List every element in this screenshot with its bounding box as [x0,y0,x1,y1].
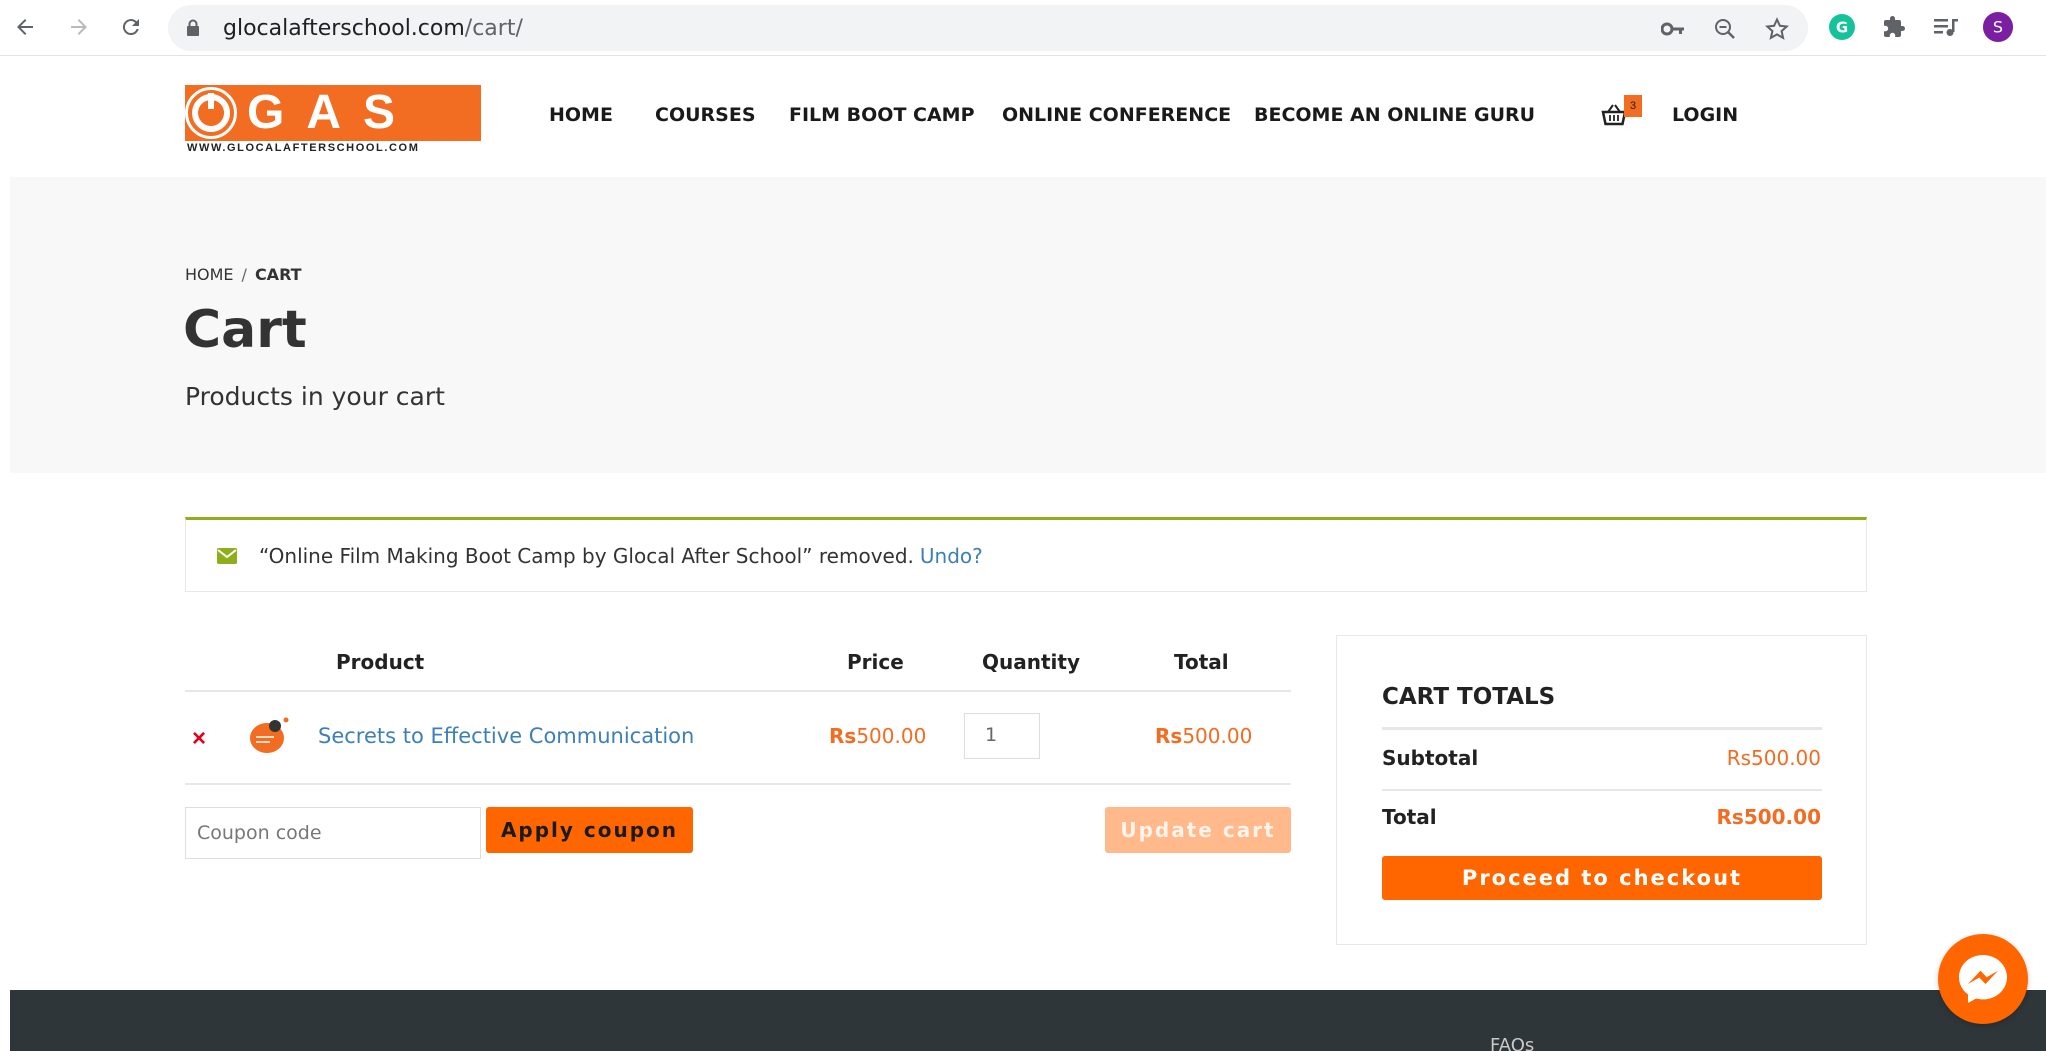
notice-message: “Online Film Making Boot Camp by Glocal … [259,544,983,568]
bookmark-star-icon[interactable] [1764,17,1790,41]
logo-circle [185,87,237,139]
row-divider [185,783,1291,785]
lock-icon [186,19,200,42]
messenger-chat-icon[interactable] [1938,934,2028,1024]
subtotal-value: Rs500.00 [1726,746,1821,770]
page-title: Cart [183,300,307,360]
header-divider [185,690,1291,692]
page-subtitle: Products in your cart [185,382,445,411]
breadcrumb-home[interactable]: HOME [185,265,234,284]
nav-become-guru[interactable]: BECOME AN ONLINE GURU [1254,104,1535,126]
undo-link[interactable]: Undo? [920,544,983,568]
total-label: Total [1382,805,1437,829]
product-name-link[interactable]: Secrets to Effective Communication [318,724,694,748]
site-header: GAS WWW.GLOCALAFTERSCHOOL.COM HOME COURS… [0,57,2046,177]
totals-divider [1382,727,1822,730]
envelope-icon [217,548,237,569]
header-product: Product [336,650,425,674]
back-icon[interactable] [8,10,42,44]
quantity-input[interactable]: 1 [964,713,1040,759]
logo-tagline: WWW.GLOCALAFTERSCHOOL.COM [187,142,420,154]
apply-coupon-button[interactable]: Apply coupon [486,807,693,853]
subtotal-label: Subtotal [1382,746,1479,770]
total-value: Rs500.00 [1716,805,1822,829]
extensions-puzzle-icon[interactable] [1878,11,1910,43]
product-thumbnail[interactable] [247,715,291,755]
header-quantity: Quantity [982,650,1080,674]
svg-text:G: G [1836,19,1848,37]
footer-faqs-link[interactable]: FAQs [1490,1035,1534,1051]
breadcrumb-separator: / [241,265,247,284]
media-playlist-icon[interactable] [1930,11,1962,43]
coupon-code-input[interactable]: Coupon code [185,807,481,859]
logo-letters: GAS [247,86,418,139]
svg-text:S: S [1993,18,2003,37]
header-total: Total [1174,650,1229,674]
cart-totals-panel: CART TOTALS Subtotal Rs500.00 Total Rs50… [1336,635,1867,945]
address-bar[interactable]: glocalafterschool.com/cart/ [168,5,1808,51]
nav-courses[interactable]: COURSES [655,104,756,126]
grammarly-icon[interactable]: G [1826,11,1858,43]
url-text: glocalafterschool.com/cart/ [223,16,523,41]
page-header-band [10,177,2046,473]
profile-avatar-icon[interactable]: S [1982,11,2014,43]
remove-item-button[interactable]: × [192,725,206,753]
cart-totals-heading: CART TOTALS [1382,684,1556,710]
zoom-icon[interactable] [1712,17,1738,41]
site-logo[interactable]: GAS WWW.GLOCALAFTERSCHOOL.COM [185,85,481,154]
site-footer: FAQs [10,990,2046,1051]
nav-login[interactable]: LOGIN [1672,104,1738,126]
cart-count-badge: 3 [1624,95,1642,117]
totals-divider [1382,789,1822,791]
header-price: Price [847,650,904,674]
item-total: Rs500.00 [1155,724,1253,748]
nav-film-boot-camp[interactable]: FILM BOOT CAMP [789,104,975,126]
forward-icon[interactable] [62,10,96,44]
breadcrumb-current: CART [254,265,302,284]
nav-online-conference[interactable]: ONLINE CONFERENCE [1002,104,1231,126]
update-cart-button[interactable]: Update cart [1105,807,1291,853]
browser-toolbar: glocalafterschool.com/cart/ G S [0,0,2046,56]
breadcrumb: HOME / CART [185,265,302,284]
nav-home[interactable]: HOME [549,104,613,126]
reload-icon[interactable] [114,10,148,44]
removed-item-notice: “Online Film Making Boot Camp by Glocal … [185,517,1867,592]
item-price: Rs500.00 [829,724,927,748]
key-icon[interactable] [1660,17,1686,41]
proceed-to-checkout-button[interactable]: Proceed to checkout [1382,856,1822,900]
